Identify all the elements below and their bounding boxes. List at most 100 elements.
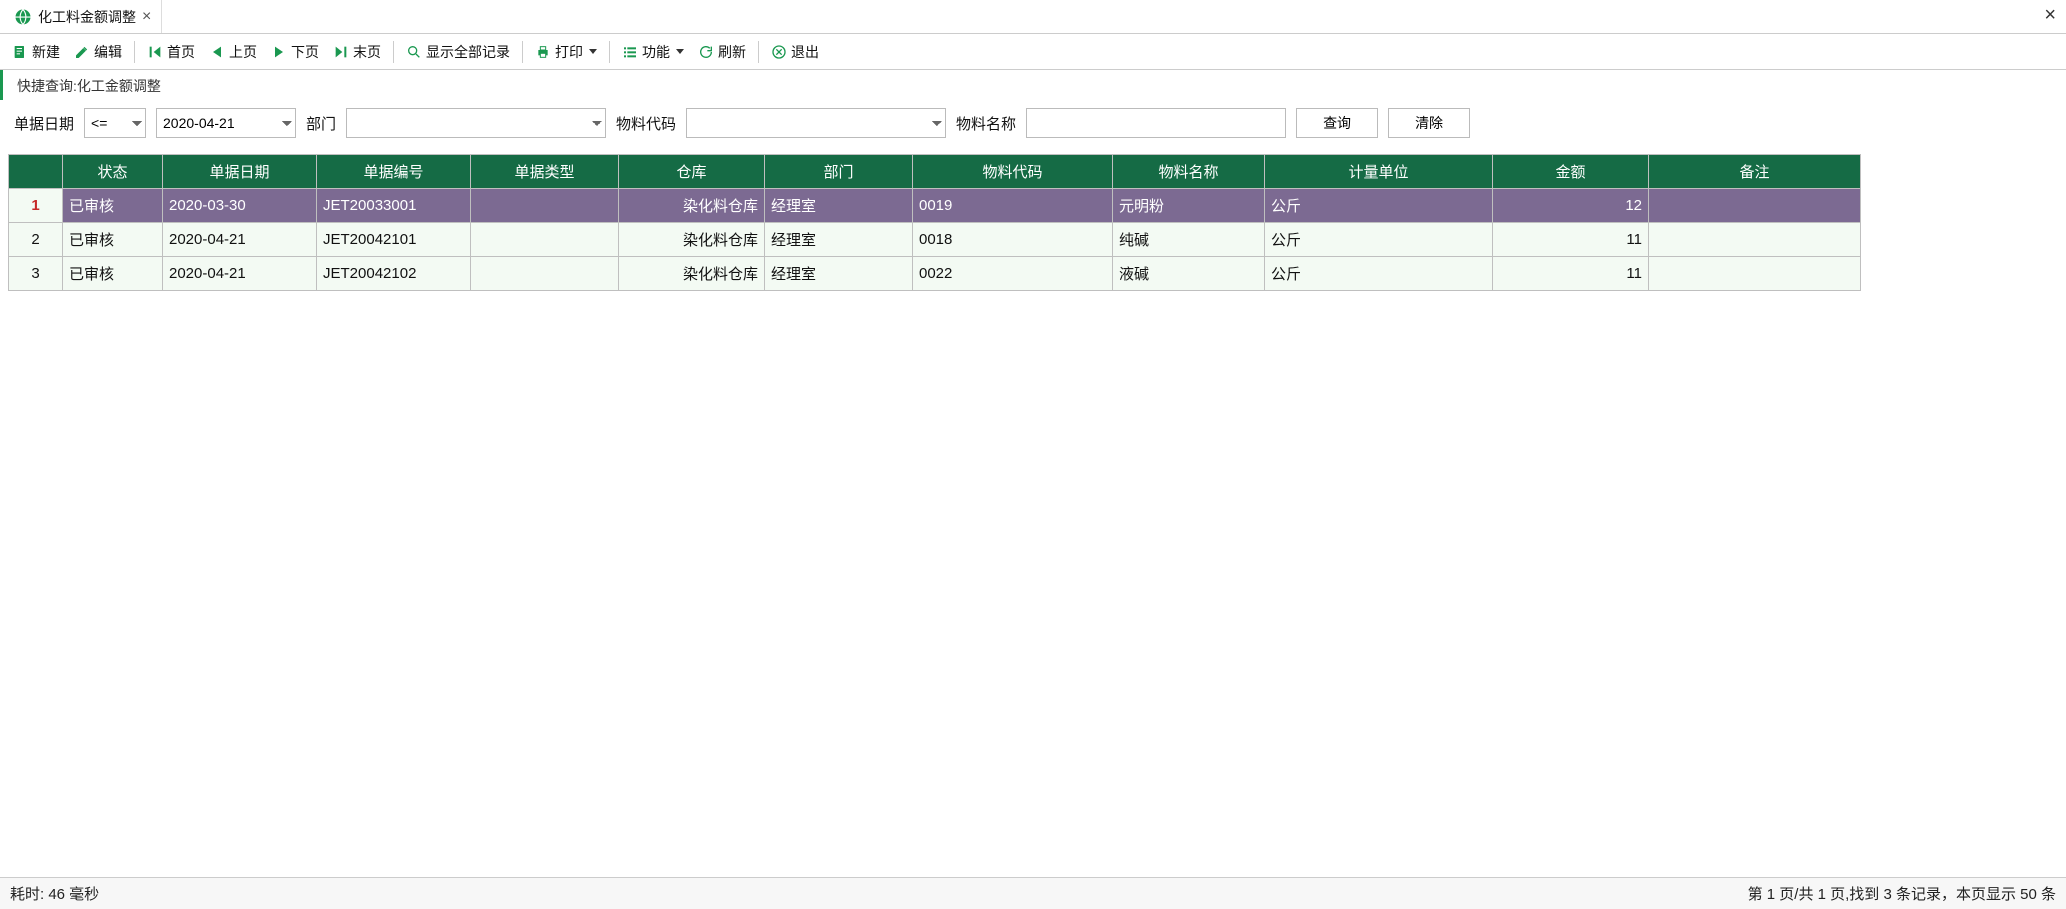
col-matname[interactable]: 物料名称 xyxy=(1113,155,1265,189)
table-row[interactable]: 1已审核2020-03-30JET20033001 染化料仓库经理室0019元明粉… xyxy=(9,189,1861,223)
cell-dept[interactable]: 经理室 xyxy=(765,257,913,291)
cell-doctype[interactable] xyxy=(471,189,619,223)
date-label: 单据日期 xyxy=(14,113,74,134)
new-label: 新建 xyxy=(32,42,60,62)
cell-uom[interactable]: 公斤 xyxy=(1265,189,1493,223)
cell-amount[interactable]: 11 xyxy=(1493,257,1649,291)
cell-docno[interactable]: JET20042102 xyxy=(317,257,471,291)
cell-date[interactable]: 2020-04-21 xyxy=(163,257,317,291)
tab-chemical-amount-adjust[interactable]: 化工料金额调整 × xyxy=(4,0,162,33)
chevron-down-icon xyxy=(676,49,684,54)
cell-doctype[interactable] xyxy=(471,257,619,291)
cell-date[interactable]: 2020-04-21 xyxy=(163,223,317,257)
first-page-button[interactable]: 首页 xyxy=(141,39,201,65)
globe-icon xyxy=(14,8,32,26)
prev-page-label: 上页 xyxy=(229,42,257,62)
cell-remark[interactable] xyxy=(1649,223,1861,257)
separator xyxy=(522,41,523,63)
tab-title: 化工料金额调整 xyxy=(38,7,136,27)
close-icon[interactable]: × xyxy=(142,8,151,26)
col-status[interactable]: 状态 xyxy=(63,155,163,189)
print-button[interactable]: 打印 xyxy=(529,39,603,65)
cell-remark[interactable] xyxy=(1649,257,1861,291)
print-label: 打印 xyxy=(555,42,583,62)
edit-button[interactable]: 编辑 xyxy=(68,39,128,65)
cell-matname[interactable]: 液碱 xyxy=(1113,257,1265,291)
col-docno[interactable]: 单据编号 xyxy=(317,155,471,189)
new-icon xyxy=(12,44,28,60)
cell-warehouse[interactable]: 染化料仓库 xyxy=(619,189,765,223)
col-dept[interactable]: 部门 xyxy=(765,155,913,189)
last-page-button[interactable]: 末页 xyxy=(327,39,387,65)
table-row[interactable]: 3已审核2020-04-21JET20042102 染化料仓库经理室0022液碱公… xyxy=(9,257,1861,291)
col-date[interactable]: 单据日期 xyxy=(163,155,317,189)
function-button[interactable]: 功能 xyxy=(616,39,690,65)
refresh-button[interactable]: 刷新 xyxy=(692,39,752,65)
material-code-label: 物料代码 xyxy=(616,113,676,134)
prev-page-button[interactable]: 上页 xyxy=(203,39,263,65)
refresh-icon xyxy=(698,44,714,60)
cell-uom[interactable]: 公斤 xyxy=(1265,257,1493,291)
print-icon xyxy=(535,44,551,60)
col-matcode[interactable]: 物料代码 xyxy=(913,155,1113,189)
cell-warehouse[interactable]: 染化料仓库 xyxy=(619,257,765,291)
cell-warehouse[interactable]: 染化料仓库 xyxy=(619,223,765,257)
cell-amount[interactable]: 11 xyxy=(1493,223,1649,257)
date-select[interactable]: 2020-04-21 xyxy=(156,108,296,138)
dept-select[interactable] xyxy=(346,108,606,138)
rownum[interactable]: 2 xyxy=(9,223,63,257)
last-page-label: 末页 xyxy=(353,42,381,62)
cell-status[interactable]: 已审核 xyxy=(63,257,163,291)
material-name-input[interactable] xyxy=(1026,108,1286,138)
cell-uom[interactable]: 公斤 xyxy=(1265,223,1493,257)
edit-label: 编辑 xyxy=(94,42,122,62)
toolbar: 新建 编辑 首页 上页 下页 末页 显示全部记录 xyxy=(0,34,2066,70)
material-name-label: 物料名称 xyxy=(956,113,1016,134)
cell-dept[interactable]: 经理室 xyxy=(765,189,913,223)
cell-dept[interactable]: 经理室 xyxy=(765,223,913,257)
cell-matcode[interactable]: 0018 xyxy=(913,223,1113,257)
status-bar: 耗时: 46 毫秒 第 1 页/共 1 页,找到 3 条记录，本页显示 50 条 xyxy=(0,877,2066,909)
cell-status[interactable]: 已审核 xyxy=(63,189,163,223)
col-uom[interactable]: 计量单位 xyxy=(1265,155,1493,189)
col-doctype[interactable]: 单据类型 xyxy=(471,155,619,189)
cell-matcode[interactable]: 0022 xyxy=(913,257,1113,291)
cell-docno[interactable]: JET20042101 xyxy=(317,223,471,257)
cell-amount[interactable]: 12 xyxy=(1493,189,1649,223)
next-page-button[interactable]: 下页 xyxy=(265,39,325,65)
cell-docno[interactable]: JET20033001 xyxy=(317,189,471,223)
dept-label: 部门 xyxy=(306,113,336,134)
exit-label: 退出 xyxy=(791,42,819,62)
material-code-select[interactable] xyxy=(686,108,946,138)
cell-matname[interactable]: 纯碱 xyxy=(1113,223,1265,257)
exit-button[interactable]: 退出 xyxy=(765,39,825,65)
show-all-button[interactable]: 显示全部记录 xyxy=(400,39,516,65)
cell-matname[interactable]: 元明粉 xyxy=(1113,189,1265,223)
rownum[interactable]: 1 xyxy=(9,189,63,223)
query-button[interactable]: 查询 xyxy=(1296,108,1378,138)
cell-status[interactable]: 已审核 xyxy=(63,223,163,257)
col-warehouse[interactable]: 仓库 xyxy=(619,155,765,189)
tab-bar: 化工料金额调整 × × xyxy=(0,0,2066,34)
table-row[interactable]: 2已审核2020-04-21JET20042101 染化料仓库经理室0018纯碱公… xyxy=(9,223,1861,257)
cell-remark[interactable] xyxy=(1649,189,1861,223)
edit-icon xyxy=(74,44,90,60)
col-rownum[interactable] xyxy=(9,155,63,189)
cell-doctype[interactable] xyxy=(471,223,619,257)
chevron-down-icon xyxy=(589,49,597,54)
first-page-icon xyxy=(147,44,163,60)
data-grid[interactable]: 状态 单据日期 单据编号 单据类型 仓库 部门 物料代码 物料名称 计量单位 金… xyxy=(8,154,1861,291)
first-page-label: 首页 xyxy=(167,42,195,62)
cell-matcode[interactable]: 0019 xyxy=(913,189,1113,223)
col-remark[interactable]: 备注 xyxy=(1649,155,1861,189)
function-label: 功能 xyxy=(642,42,670,62)
next-page-icon xyxy=(271,44,287,60)
clear-button[interactable]: 清除 xyxy=(1388,108,1470,138)
date-operator-select[interactable]: <= xyxy=(84,108,146,138)
window-close-icon[interactable]: × xyxy=(2044,4,2056,27)
new-button[interactable]: 新建 xyxy=(6,39,66,65)
cell-date[interactable]: 2020-03-30 xyxy=(163,189,317,223)
last-page-icon xyxy=(333,44,349,60)
col-amount[interactable]: 金额 xyxy=(1493,155,1649,189)
rownum[interactable]: 3 xyxy=(9,257,63,291)
